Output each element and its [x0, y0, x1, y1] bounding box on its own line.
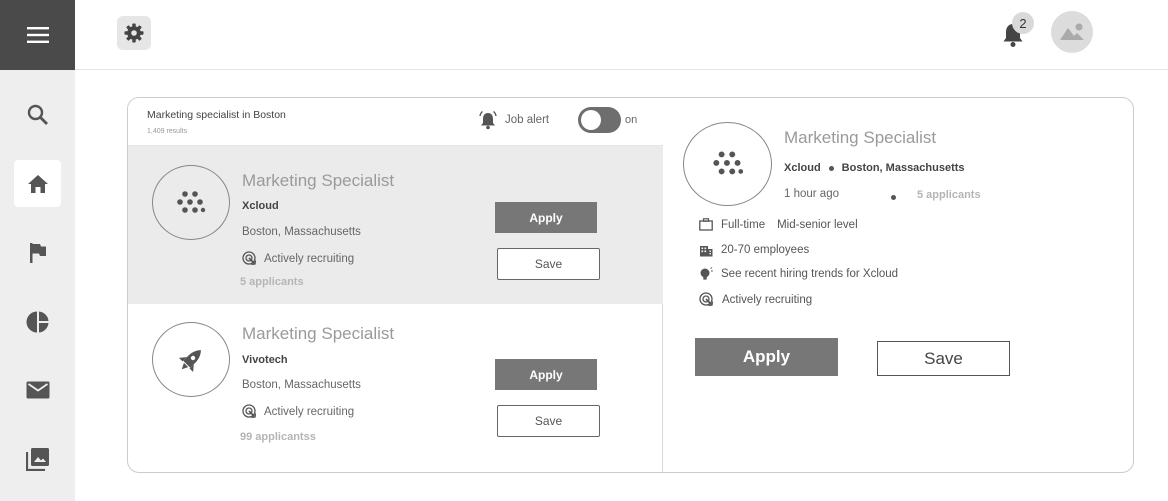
search-query: Marketing specialist in Boston: [147, 109, 286, 121]
lightbulb-icon: [700, 267, 713, 280]
job-alert-label: Job alert: [505, 114, 550, 126]
rocket-icon: [178, 349, 201, 372]
detail-company-logo: [683, 122, 772, 206]
recruiting-target-icon: [699, 292, 714, 307]
avatar-placeholder-icon: [1060, 23, 1084, 40]
separator-dot: [891, 195, 896, 200]
recruiting-target-icon: [242, 404, 257, 419]
alarm-bell-icon: [479, 110, 497, 130]
applicant-count: 5 applicants: [240, 276, 304, 288]
save-button[interactable]: Save: [497, 248, 600, 280]
recruiting-label: Actively recruiting: [264, 252, 355, 265]
job-list-pane: Marketing specialist in Boston 1,409 res…: [128, 98, 663, 472]
detail-apply-button[interactable]: Apply: [695, 338, 838, 376]
employment-type: Full-time: [721, 218, 766, 231]
apply-button[interactable]: Apply: [495, 359, 597, 390]
detail-save-button[interactable]: Save: [877, 341, 1010, 376]
notification-badge: 2: [1012, 12, 1034, 34]
separator-dot: [828, 165, 834, 171]
job-alert-toggle[interactable]: [578, 107, 621, 133]
company-name: Vivotech: [242, 354, 288, 366]
sidebar-item-messages[interactable]: [14, 366, 61, 413]
detail-company-name[interactable]: Xcloud: [784, 162, 821, 174]
recruiting-target-icon: [242, 251, 257, 266]
job-list-item[interactable]: Marketing Specialist Vivotech Boston, Ma…: [128, 309, 663, 472]
job-search-card: Marketing specialist in Boston 1,409 res…: [127, 97, 1134, 473]
settings-button[interactable]: [117, 16, 151, 50]
company-size-info: 20-70 employees: [699, 243, 809, 257]
sidebar-item-reports[interactable]: [14, 298, 61, 345]
building-icon: [700, 246, 713, 257]
recruiting-status: Actively recruiting: [242, 404, 354, 419]
company-size: 20-70 employees: [721, 244, 810, 256]
gallery-icon: [25, 447, 49, 471]
job-title[interactable]: Marketing Specialist: [242, 324, 394, 344]
sidebar-item-search[interactable]: [14, 91, 61, 138]
search-icon: [27, 104, 48, 125]
job-detail-pane: Marketing Specialist Xcloud Boston, Mass…: [663, 98, 1133, 472]
detail-applicant-count: 5 applicants: [917, 189, 981, 201]
save-button[interactable]: Save: [497, 405, 600, 437]
mail-icon: [26, 381, 49, 398]
posted-time: 1 hour ago: [784, 188, 839, 200]
company-name: Xcloud: [242, 200, 279, 212]
hiring-trends-info: See recent hiring trends for Xcloud: [699, 267, 898, 281]
search-header: Marketing specialist in Boston 1,409 res…: [128, 98, 663, 146]
recruiting-status: Actively recruiting: [242, 251, 354, 266]
company-logo: [152, 322, 230, 397]
detail-recruiting-label: Actively recruiting: [722, 293, 813, 306]
apply-button[interactable]: Apply: [495, 202, 597, 233]
toggle-knob: [581, 110, 601, 130]
seniority-level: Mid-senior level: [777, 218, 858, 231]
detail-location: Boston, Massachusetts: [841, 162, 965, 174]
top-header: 2: [75, 0, 1168, 70]
cloud-dots-icon: [177, 190, 206, 213]
detail-job-title: Marketing Specialist: [784, 128, 937, 147]
results-count: 1,409 results: [147, 128, 188, 135]
gear-icon: [124, 23, 144, 43]
sidebar-item-home[interactable]: [14, 160, 61, 207]
job-location: Boston, Massachusetts: [242, 226, 361, 238]
sidebar: [0, 0, 75, 501]
company-logo: [152, 165, 230, 240]
hamburger-icon: [26, 27, 49, 43]
job-location: Boston, Massachusetts: [242, 379, 361, 391]
hiring-trends-link[interactable]: See recent hiring trends for Xcloud: [721, 268, 898, 280]
job-list-item[interactable]: Marketing Specialist Xcloud Boston, Mass…: [128, 146, 663, 304]
applicant-count: 99 applicantss: [240, 431, 316, 443]
toggle-state-label: on: [625, 114, 638, 126]
detail-recruiting-status: Actively recruiting: [699, 292, 812, 307]
home-icon: [27, 174, 48, 193]
job-title[interactable]: Marketing Specialist: [242, 171, 394, 191]
pie-chart-icon: [25, 311, 48, 332]
avatar[interactable]: [1051, 11, 1093, 53]
recruiting-label: Actively recruiting: [264, 405, 355, 418]
flag-icon: [29, 242, 46, 263]
briefcase-icon: [699, 218, 713, 231]
sidebar-item-flag[interactable]: [14, 229, 61, 276]
menu-button[interactable]: [0, 0, 75, 70]
sidebar-item-gallery[interactable]: [14, 435, 61, 482]
detail-company-line: Xcloud Boston, Massachusetts: [784, 162, 965, 174]
employment-info: Full-time Mid-senior level: [699, 218, 858, 231]
cloud-dots-icon: [712, 151, 743, 175]
